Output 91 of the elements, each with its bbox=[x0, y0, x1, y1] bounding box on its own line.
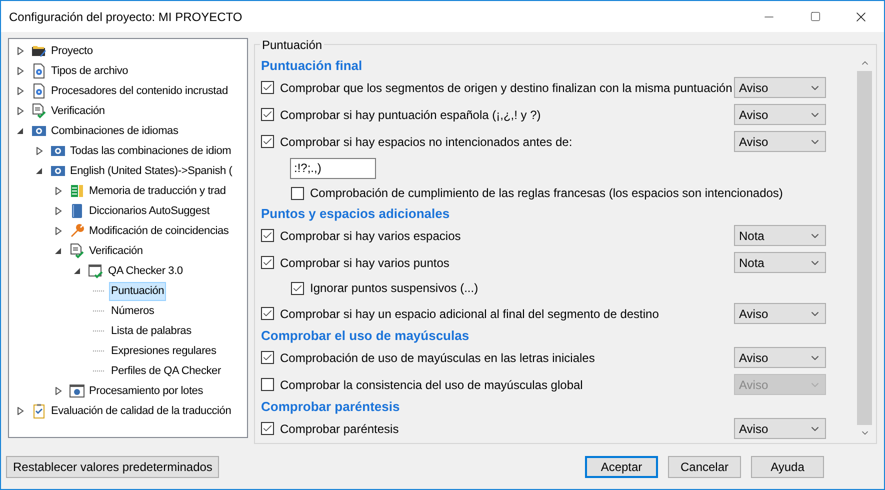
window-title: Configuración del proyecto: MI PROYECTO bbox=[9, 8, 242, 26]
option-label: Comprobar si hay puntuación española (¡,¿,! y ?) bbox=[280, 106, 541, 124]
option-label: Comprobar paréntesis bbox=[280, 420, 399, 438]
severity-dropdown[interactable]: Aviso bbox=[734, 131, 826, 152]
option-label: Comprobar si hay varios puntos bbox=[280, 254, 450, 272]
severity-dropdown[interactable]: Aviso bbox=[734, 104, 826, 125]
severity-dropdown[interactable]: Nota bbox=[734, 225, 826, 246]
checkbox[interactable] bbox=[261, 135, 274, 148]
checked-document-icon bbox=[69, 243, 85, 259]
collapsed-arrow-icon[interactable] bbox=[16, 67, 24, 75]
tree-item[interactable]: Expresiones regulares bbox=[109, 342, 218, 360]
reset-button[interactable]: Restablecer valores predeterminados bbox=[6, 456, 220, 478]
connector-line-icon bbox=[93, 330, 105, 332]
checkbox[interactable] bbox=[291, 282, 304, 294]
dialog-button[interactable]: Cancelar bbox=[668, 456, 741, 478]
option-label: Comprobar que los segmentos de origen y destino finalizan con la misma puntuación bbox=[280, 80, 732, 96]
tree-item[interactable]: Modificación de coincidencias bbox=[87, 222, 231, 240]
connector-line-icon bbox=[93, 290, 105, 292]
checkbox[interactable] bbox=[261, 307, 274, 320]
collapsed-arrow-icon[interactable] bbox=[54, 187, 62, 195]
tree-item[interactable]: Diccionarios AutoSuggest bbox=[87, 202, 212, 220]
checkbox[interactable] bbox=[261, 256, 274, 269]
collapsed-arrow-icon[interactable] bbox=[16, 407, 24, 415]
collapsed-arrow-icon[interactable] bbox=[16, 87, 24, 95]
checkbox[interactable] bbox=[261, 378, 274, 391]
section-heading: Puntuación final bbox=[261, 57, 362, 74]
section-heading: Comprobar el uso de mayúsculas bbox=[261, 327, 470, 344]
tree-item[interactable]: Procesamiento por lotes bbox=[87, 382, 206, 400]
severity-dropdown[interactable]: Aviso bbox=[734, 303, 826, 324]
checkbox[interactable] bbox=[261, 422, 274, 435]
severity-dropdown[interactable]: Aviso bbox=[734, 77, 826, 98]
tree-item[interactable]: Evaluación de calidad de la traducción bbox=[49, 402, 234, 420]
tree-item[interactable]: Números bbox=[109, 302, 156, 320]
collapsed-arrow-icon[interactable] bbox=[54, 207, 62, 215]
clipboard-check-icon bbox=[31, 403, 47, 419]
scroll-thumb[interactable] bbox=[857, 71, 872, 425]
severity-dropdown[interactable]: Aviso bbox=[734, 347, 826, 368]
tree-item[interactable]: Verificación bbox=[49, 102, 107, 120]
checked-document-icon bbox=[31, 103, 47, 119]
dialog-button[interactable]: Aceptar bbox=[585, 456, 658, 478]
folder-icon bbox=[31, 43, 47, 59]
option-label: Comprobación de uso de mayúsculas en las letras iniciales bbox=[280, 350, 595, 366]
tree-item[interactable]: Verificación bbox=[87, 242, 145, 260]
checkbox[interactable] bbox=[261, 108, 274, 121]
tree-item[interactable]: Tipos de archivo bbox=[49, 62, 130, 80]
collapsed-arrow-icon[interactable] bbox=[16, 107, 24, 115]
wrench-icon bbox=[69, 223, 85, 239]
tree-item[interactable]: Procesadores del contenido incrustad bbox=[49, 82, 230, 100]
dialog-button[interactable]: Ayuda bbox=[751, 456, 824, 478]
option-label: Ignorar puntos suspensivos (...) bbox=[310, 280, 478, 297]
tree-item[interactable]: English (United States)->Spanish ( bbox=[68, 162, 234, 180]
tree-item[interactable]: Memoria de traducción y trad bbox=[87, 182, 228, 200]
severity-dropdown[interactable]: Nota bbox=[734, 252, 826, 273]
option-label: Comprobación de cumplimiento de las reglas francesas (los espacios son intencionados) bbox=[310, 185, 783, 202]
collapsed-arrow-icon[interactable] bbox=[16, 47, 24, 55]
tree-item[interactable]: Perfiles de QA Checker bbox=[109, 362, 223, 380]
language-pair-icon bbox=[50, 163, 66, 179]
book-icon bbox=[69, 203, 85, 219]
tree-item[interactable]: Puntuación bbox=[109, 282, 166, 300]
collapsed-arrow-icon[interactable] bbox=[36, 147, 42, 155]
tree-item[interactable]: QA Checker 3.0 bbox=[106, 262, 185, 280]
tree-item[interactable]: Todas las combinaciones de idiom bbox=[68, 142, 234, 160]
expanded-arrow-icon[interactable] bbox=[54, 247, 62, 255]
expanded-arrow-icon[interactable] bbox=[36, 167, 42, 175]
tree-item[interactable]: Proyecto bbox=[49, 42, 95, 60]
collapsed-arrow-icon[interactable] bbox=[54, 227, 62, 235]
checkbox[interactable] bbox=[261, 351, 274, 364]
checkbox[interactable] bbox=[261, 81, 274, 94]
tree-item[interactable]: Combinaciones de idiomas bbox=[49, 122, 180, 140]
section-heading: Puntos y espacios adicionales bbox=[261, 205, 450, 222]
collapsed-arrow-icon[interactable] bbox=[54, 387, 62, 395]
connector-line-icon bbox=[93, 310, 105, 312]
language-pair-icon bbox=[50, 143, 66, 159]
connector-line-icon bbox=[93, 350, 105, 352]
section-heading: Comprobar paréntesis bbox=[261, 398, 400, 415]
option-label: Comprobar si hay varios espacios bbox=[280, 228, 461, 244]
connector-line-icon bbox=[93, 370, 105, 372]
tree-item[interactable]: Lista de palabras bbox=[109, 322, 194, 340]
checkbox[interactable] bbox=[291, 186, 304, 200]
checked-window-icon bbox=[88, 263, 104, 279]
expanded-arrow-icon[interactable] bbox=[74, 267, 80, 275]
severity-dropdown[interactable]: Aviso bbox=[734, 418, 826, 439]
characters-field[interactable]: :!?;.,) bbox=[290, 158, 376, 178]
checkbox[interactable] bbox=[261, 229, 274, 242]
option-label: Comprobar la consistencia del uso de mayúsculas global bbox=[280, 376, 583, 394]
option-label: Comprobar si hay espacios no intencionados antes de: bbox=[280, 134, 572, 150]
expanded-arrow-icon[interactable] bbox=[16, 127, 24, 135]
option-label: Comprobar si hay un espacio adicional al final del segmento de destino bbox=[280, 306, 659, 322]
language-pair-icon bbox=[31, 123, 47, 139]
maximize-icon[interactable] bbox=[810, 11, 820, 22]
database-icon bbox=[69, 183, 85, 199]
